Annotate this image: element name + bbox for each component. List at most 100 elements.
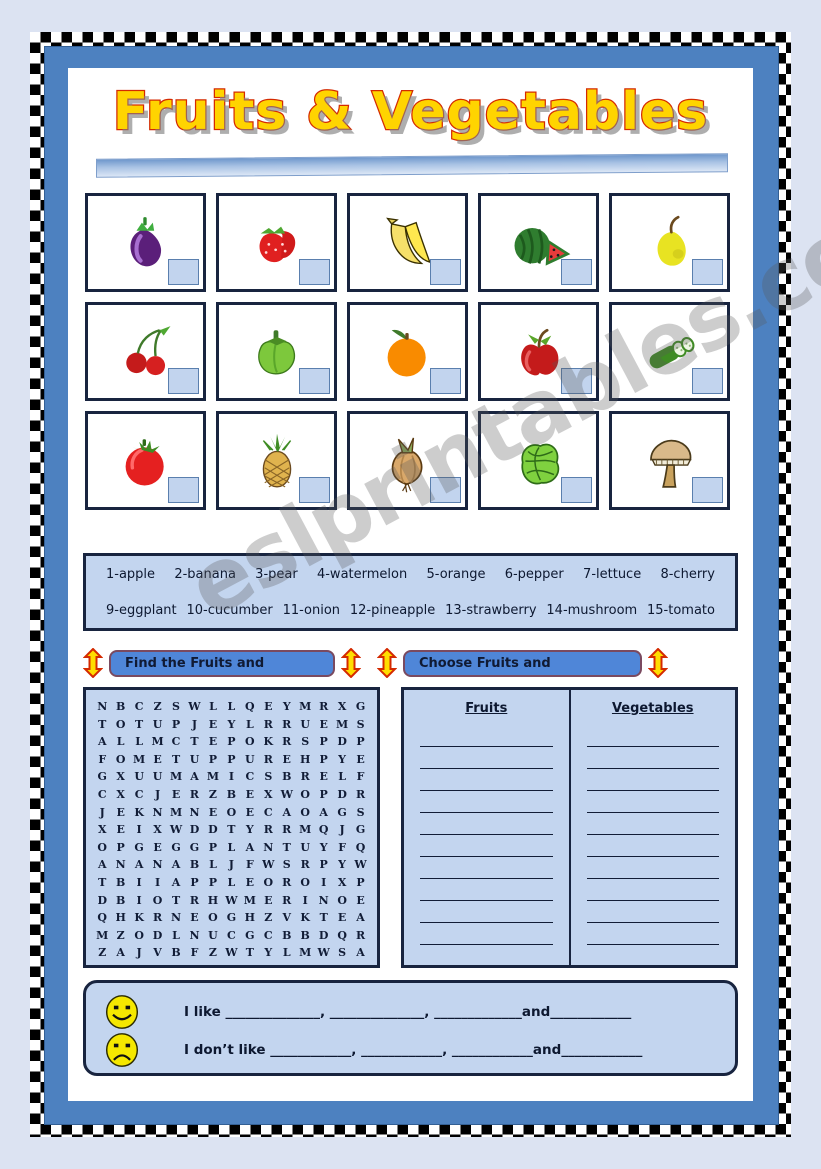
word-search-letter[interactable]: I bbox=[299, 892, 312, 910]
word-search-letter[interactable]: E bbox=[114, 821, 127, 839]
answer-number-box[interactable] bbox=[430, 477, 461, 503]
word-search-letter[interactable]: N bbox=[96, 698, 109, 716]
vegetables-answer-lines[interactable] bbox=[586, 725, 719, 945]
word-search-letter[interactable]: B bbox=[114, 874, 127, 892]
word-search-letter[interactable]: B bbox=[225, 786, 238, 804]
word-search-letter[interactable]: O bbox=[96, 839, 109, 857]
word-search-letter[interactable]: D bbox=[188, 821, 201, 839]
fruit-answer-line[interactable] bbox=[420, 879, 553, 901]
word-search-letter[interactable]: J bbox=[133, 944, 146, 962]
word-search-letter[interactable]: R bbox=[317, 698, 330, 716]
word-search-letter[interactable]: H bbox=[206, 892, 219, 910]
word-search-letter[interactable]: P bbox=[206, 839, 219, 857]
word-search-letter[interactable]: N bbox=[262, 839, 275, 857]
answer-number-box[interactable] bbox=[430, 259, 461, 285]
word-search-letter[interactable]: A bbox=[114, 944, 127, 962]
vegetable-answer-line[interactable] bbox=[586, 769, 719, 791]
vegetable-answer-line[interactable] bbox=[586, 901, 719, 923]
word-search-letter[interactable]: E bbox=[243, 874, 256, 892]
word-search-letter[interactable]: P bbox=[354, 733, 367, 751]
word-search-letter[interactable]: S bbox=[262, 768, 275, 786]
choose-fruits-instruction-button[interactable]: Choose Fruits and bbox=[403, 649, 642, 677]
word-search-letter[interactable]: H bbox=[299, 751, 312, 769]
word-search-letter[interactable]: E bbox=[280, 751, 293, 769]
word-search-letter[interactable]: M bbox=[243, 892, 256, 910]
word-search-letter[interactable]: D bbox=[96, 892, 109, 910]
word-search-letter[interactable]: R bbox=[299, 856, 312, 874]
vegetable-answer-line[interactable] bbox=[586, 879, 719, 901]
word-search-letter[interactable]: G bbox=[170, 839, 183, 857]
word-search-letter[interactable]: W bbox=[188, 698, 201, 716]
word-search-letter[interactable]: E bbox=[206, 804, 219, 822]
word-search-letter[interactable]: D bbox=[151, 927, 164, 945]
word-search-letter[interactable]: C bbox=[170, 733, 183, 751]
word-search-letter[interactable]: R bbox=[188, 892, 201, 910]
word-search-letter[interactable]: U bbox=[133, 768, 146, 786]
word-search-letter[interactable]: E bbox=[151, 839, 164, 857]
fruit-answer-line[interactable] bbox=[420, 857, 553, 879]
word-search-letter[interactable]: D bbox=[336, 733, 349, 751]
word-search-letter[interactable]: U bbox=[299, 716, 312, 734]
word-search-letter[interactable]: F bbox=[96, 751, 109, 769]
word-search-letter[interactable]: A bbox=[96, 856, 109, 874]
word-search-letter[interactable]: V bbox=[151, 944, 164, 962]
word-search-letter[interactable]: W bbox=[354, 856, 367, 874]
word-search-letter[interactable]: O bbox=[225, 804, 238, 822]
answer-number-box[interactable] bbox=[561, 368, 592, 394]
fruit-answer-line[interactable] bbox=[420, 901, 553, 923]
word-search-letter[interactable]: T bbox=[133, 716, 146, 734]
word-search-letter[interactable]: O bbox=[243, 733, 256, 751]
word-search-letter[interactable]: D bbox=[206, 821, 219, 839]
word-search-letter[interactable]: Y bbox=[262, 944, 275, 962]
vegetable-answer-line[interactable] bbox=[586, 791, 719, 813]
word-search-letter[interactable]: B bbox=[188, 856, 201, 874]
word-search-letter[interactable]: E bbox=[262, 698, 275, 716]
word-search-letter[interactable]: M bbox=[133, 751, 146, 769]
word-search-letter[interactable]: L bbox=[114, 733, 127, 751]
word-search-letter[interactable]: C bbox=[133, 698, 146, 716]
word-search-letter[interactable]: C bbox=[133, 786, 146, 804]
word-search-letter[interactable]: R bbox=[280, 821, 293, 839]
word-search-letter[interactable]: X bbox=[114, 786, 127, 804]
word-search-letter[interactable]: S bbox=[280, 856, 293, 874]
word-search-letter[interactable]: L bbox=[225, 839, 238, 857]
word-search-letter[interactable]: N bbox=[170, 909, 183, 927]
word-search-grid[interactable]: NBCZSWLLQEYMRXGTOTUPJEYLRRUEMSALLMCTEPOK… bbox=[83, 687, 380, 968]
vegetable-answer-line[interactable] bbox=[586, 813, 719, 835]
word-search-letter[interactable]: N bbox=[151, 804, 164, 822]
word-search-letter[interactable]: W bbox=[225, 944, 238, 962]
vegetable-answer-line[interactable] bbox=[586, 835, 719, 857]
word-search-letter[interactable]: E bbox=[336, 909, 349, 927]
word-search-letter[interactable]: C bbox=[262, 927, 275, 945]
word-search-letter[interactable]: E bbox=[170, 786, 183, 804]
word-search-letter[interactable]: M bbox=[151, 733, 164, 751]
word-search-letter[interactable]: P bbox=[317, 786, 330, 804]
word-search-letter[interactable]: R bbox=[280, 892, 293, 910]
word-search-letter[interactable]: D bbox=[317, 927, 330, 945]
word-search-letter[interactable]: B bbox=[280, 927, 293, 945]
word-search-letter[interactable]: M bbox=[299, 698, 312, 716]
word-search-letter[interactable]: E bbox=[354, 751, 367, 769]
word-search-letter[interactable]: L bbox=[225, 698, 238, 716]
word-search-letter[interactable]: R bbox=[262, 821, 275, 839]
word-search-letter[interactable]: I bbox=[225, 768, 238, 786]
word-search-letter[interactable]: L bbox=[243, 716, 256, 734]
word-search-letter[interactable]: A bbox=[243, 839, 256, 857]
word-search-letter[interactable]: S bbox=[299, 733, 312, 751]
word-search-letter[interactable]: A bbox=[170, 856, 183, 874]
word-search-letter[interactable]: C bbox=[262, 804, 275, 822]
word-search-letter[interactable]: I bbox=[317, 874, 330, 892]
word-search-letter[interactable]: Z bbox=[262, 909, 275, 927]
word-search-letter[interactable]: A bbox=[96, 733, 109, 751]
word-search-letter[interactable]: Q bbox=[243, 698, 256, 716]
word-search-letter[interactable]: R bbox=[262, 751, 275, 769]
word-search-letter[interactable]: R bbox=[354, 927, 367, 945]
word-search-letter[interactable]: J bbox=[336, 821, 349, 839]
word-search-letter[interactable]: H bbox=[114, 909, 127, 927]
word-search-letter[interactable]: W bbox=[317, 944, 330, 962]
word-search-letter[interactable]: U bbox=[206, 927, 219, 945]
fruit-answer-line[interactable] bbox=[420, 725, 553, 747]
word-search-letter[interactable]: G bbox=[96, 768, 109, 786]
word-search-letter[interactable]: W bbox=[170, 821, 183, 839]
fruit-answer-line[interactable] bbox=[420, 813, 553, 835]
